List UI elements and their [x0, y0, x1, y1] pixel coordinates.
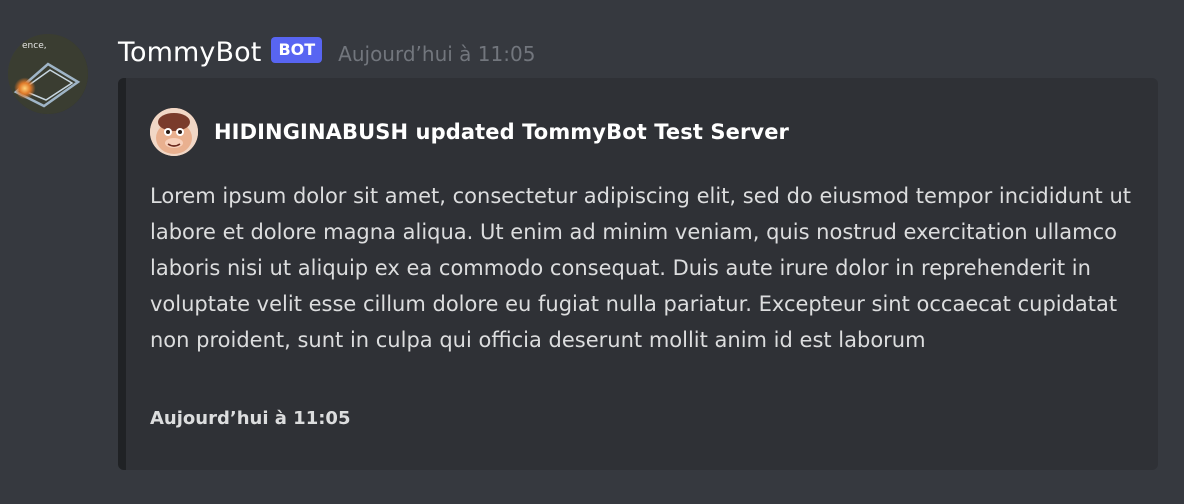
message-header: TommyBot BOT Aujourd’hui à 11:05	[118, 32, 535, 72]
embed-author: HIDINGINABUSH updated TommyBot Test Serv…	[150, 108, 789, 156]
embed-color-bar	[118, 78, 126, 470]
bot-badge: BOT	[271, 37, 323, 63]
embed-description: Lorem ipsum dolor sit amet, consectetur …	[150, 184, 1131, 352]
embed-author-name: HIDINGINABUSH updated TommyBot Test Serv…	[214, 120, 790, 144]
embed-footer-timestamp: Aujourd’hui à 11:05	[150, 408, 351, 429]
avatar-text: ence,	[22, 41, 47, 51]
message-timestamp: Aujourd’hui à 11:05	[338, 42, 536, 66]
bot-avatar-image: ence,	[8, 34, 88, 114]
username[interactable]: TommyBot	[118, 37, 261, 68]
chat-message: ence, TommyBot BOT Aujourd’hui à 11:05 H…	[0, 0, 1184, 504]
embed: HIDINGINABUSH updated TommyBot Test Serv…	[118, 78, 1158, 470]
bot-avatar[interactable]: ence,	[8, 34, 88, 114]
author-avatar-icon	[150, 108, 198, 156]
